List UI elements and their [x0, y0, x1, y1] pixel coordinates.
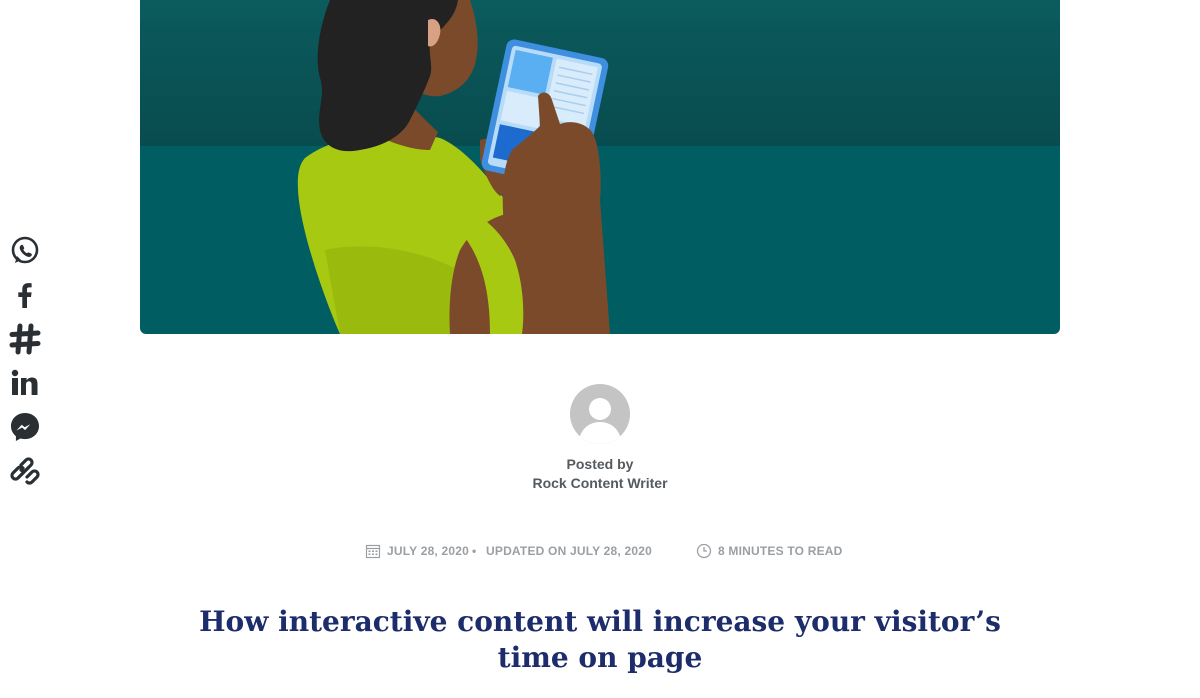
calendar-icon — [365, 544, 381, 559]
share-whatsapp-button[interactable] — [8, 234, 42, 268]
facebook-icon — [18, 283, 32, 308]
posted-by-label: Posted by — [566, 456, 634, 472]
article-title: How interactive content will increase yo… — [199, 605, 1001, 674]
share-facebook-button[interactable] — [8, 278, 42, 312]
meta-separator: • — [472, 544, 477, 558]
clock-icon — [696, 543, 712, 559]
slack-icon — [9, 323, 41, 355]
messenger-icon — [11, 413, 39, 441]
share-slack-button[interactable] — [8, 322, 42, 356]
blog-post-page: Posted by Rock Content Writer JULY 28, 2… — [0, 0, 1200, 698]
publish-date-text: JULY 28, 2020 — [387, 544, 470, 558]
share-messenger-button[interactable] — [8, 410, 42, 444]
author-name[interactable]: Rock Content Writer — [0, 474, 1200, 493]
share-linkedin-button[interactable] — [8, 366, 42, 400]
post-meta: JULY 28, 2020 • UPDATED ON JULY 28, 2020… — [0, 541, 1200, 561]
hero-illustration — [140, 0, 1060, 334]
author-avatar[interactable] — [570, 384, 630, 444]
hero-image — [140, 0, 1060, 334]
publish-date: JULY 28, 2020 — [365, 541, 469, 561]
linkedin-icon — [11, 369, 38, 395]
read-time-text: 8 MINUTES TO READ — [718, 544, 843, 558]
default-user-icon — [570, 384, 630, 444]
updated-date-text: UPDATED ON JULY 28, 2020 — [486, 544, 652, 558]
read-time: 8 MINUTES TO READ — [696, 541, 843, 561]
updated-date: UPDATED ON JULY 28, 2020 — [486, 541, 652, 561]
whatsapp-icon — [11, 236, 39, 264]
